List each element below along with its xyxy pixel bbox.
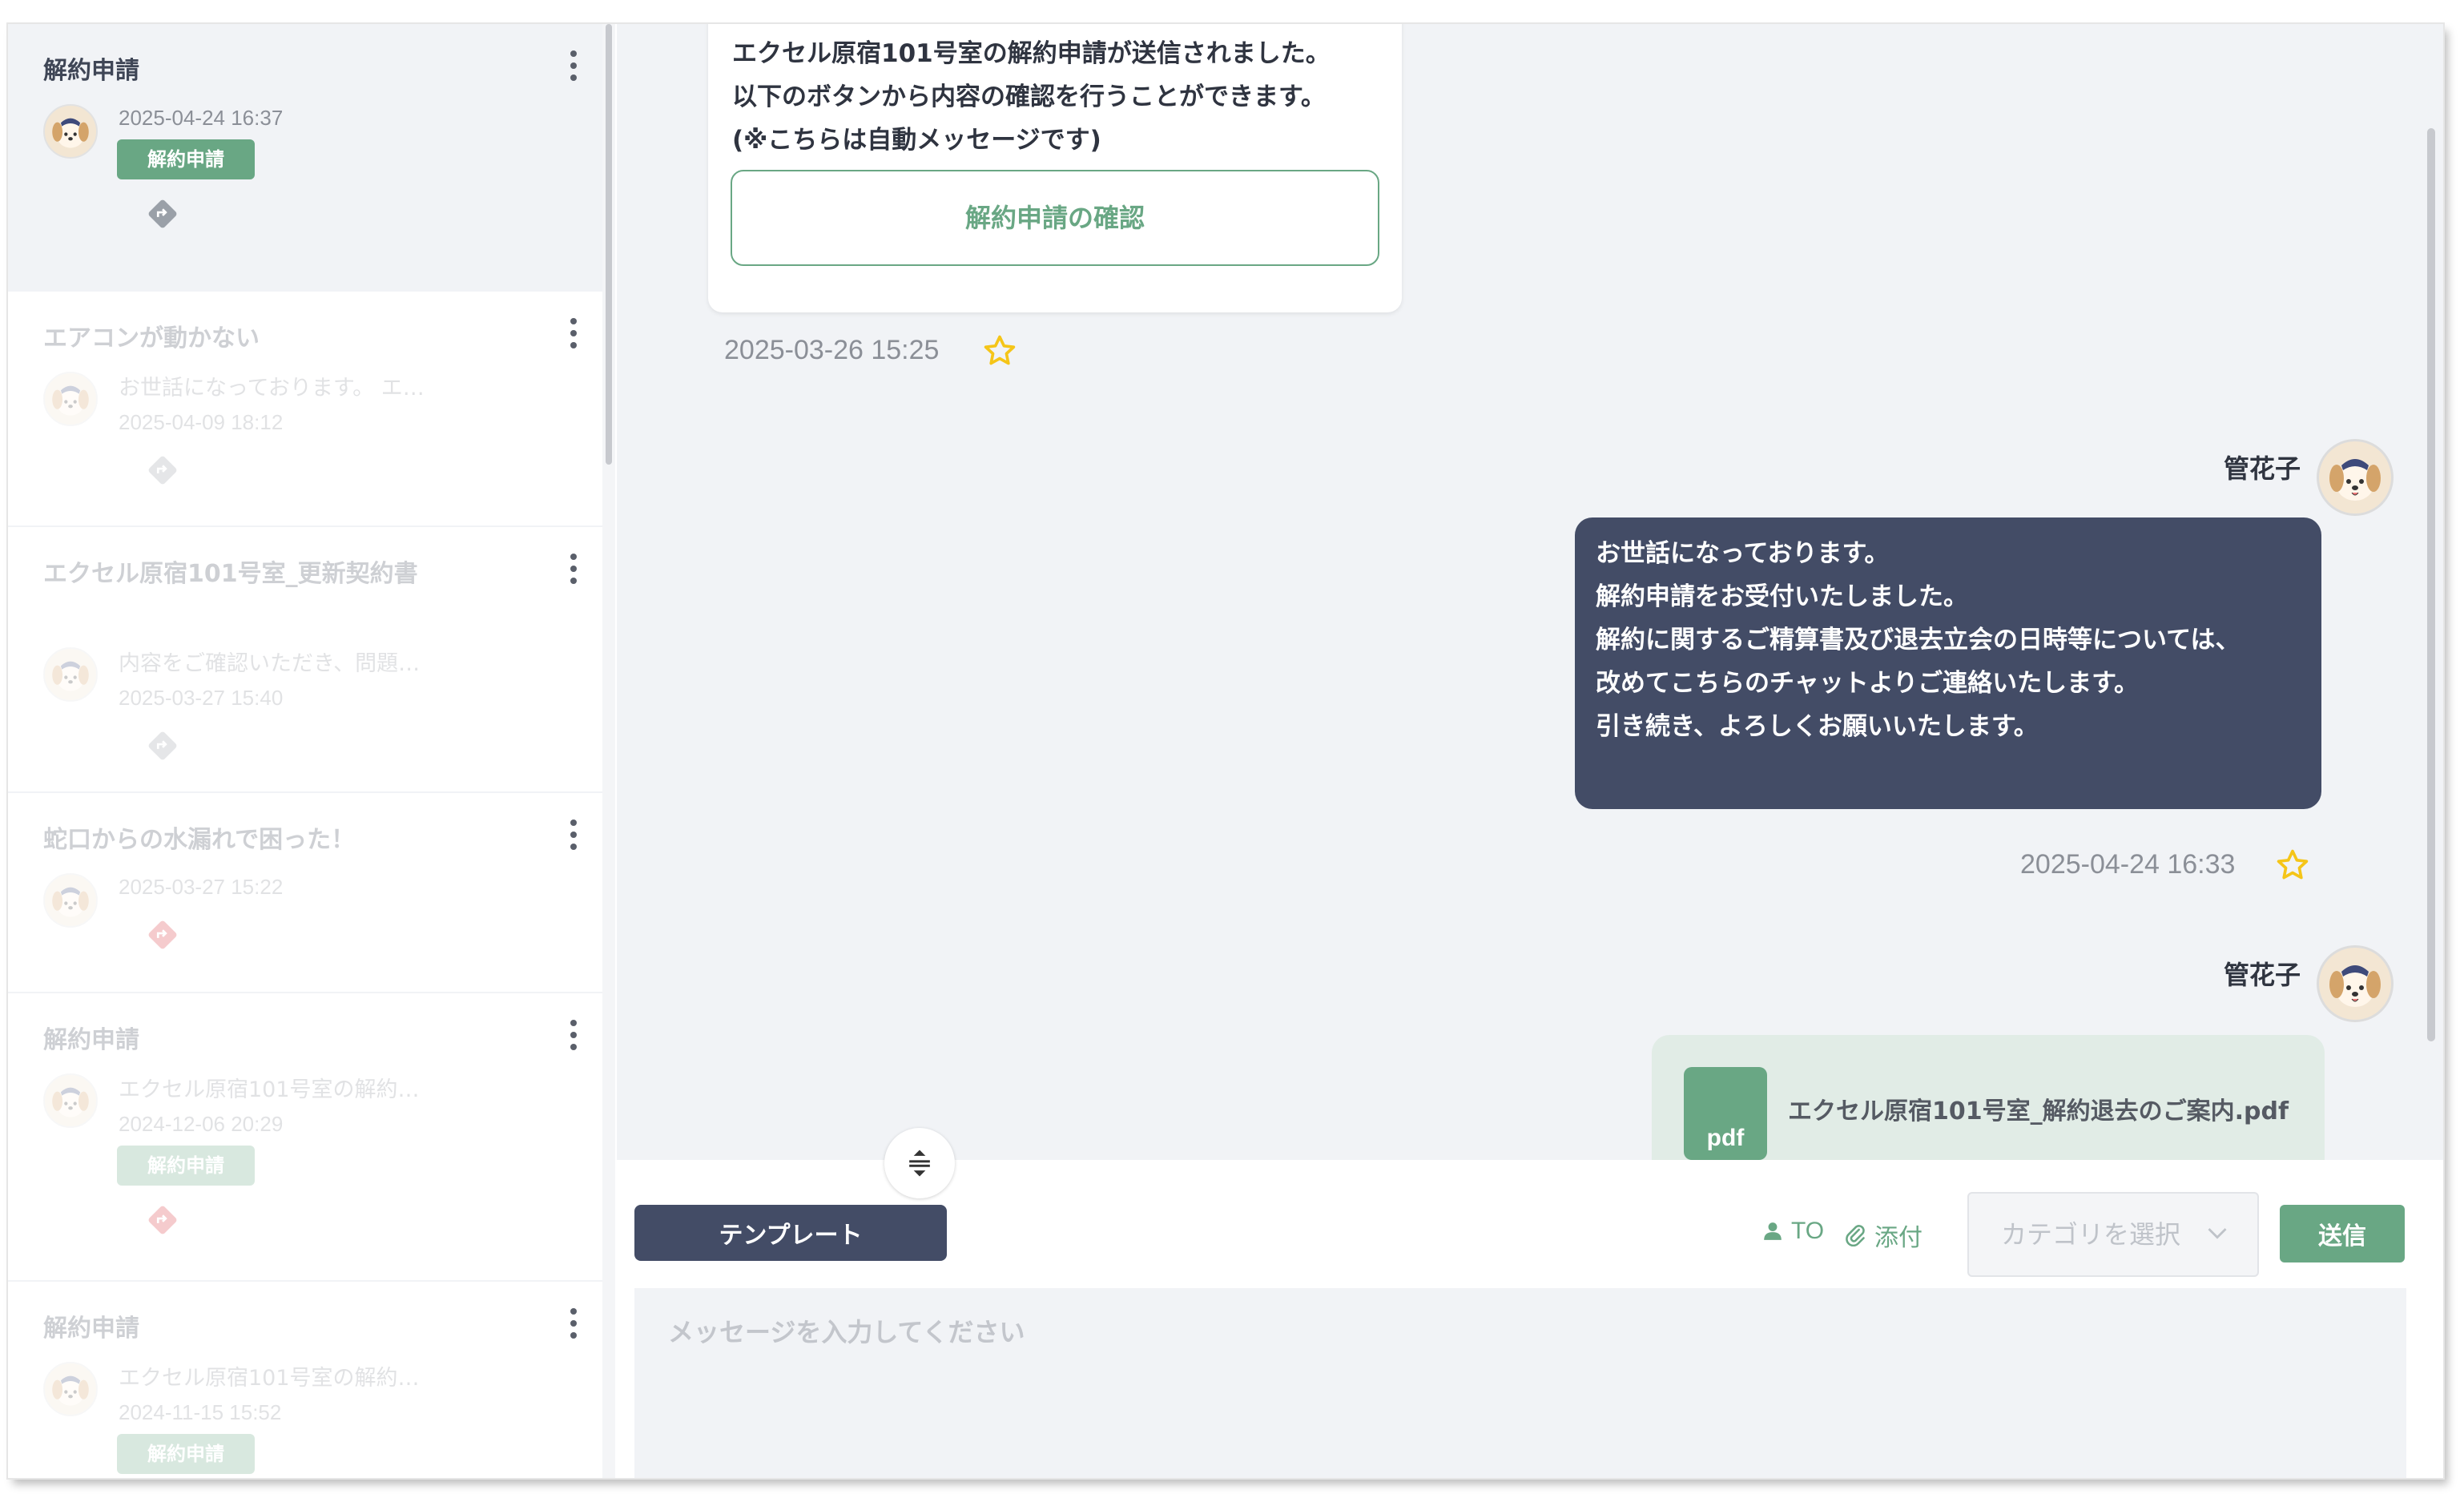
thread-list-scrollbar[interactable]: [602, 24, 615, 1478]
thread-menu-button[interactable]: [566, 46, 582, 91]
dog-avatar-icon: [52, 887, 89, 917]
thread-snippet: お世話になっております。 エ…: [119, 376, 425, 401]
to-label: TO: [1791, 1218, 1825, 1244]
paperclip-icon: [1846, 1225, 1865, 1246]
dog-avatar-icon: [52, 385, 89, 416]
thread-title: 解約申請: [43, 1026, 139, 1054]
thread-item[interactable]: 解約申請 2025-04-24 16:37 解約申請: [8, 24, 604, 292]
scrollbar-thumb[interactable]: [2427, 128, 2435, 1041]
avatar: [2317, 439, 2394, 516]
direction-diamond-icon: [148, 920, 177, 949]
dog-avatar-icon: [52, 1087, 89, 1117]
avatar: [2317, 945, 2394, 1022]
send-button[interactable]: 送信: [2280, 1205, 2405, 1262]
dog-avatar-icon: [52, 661, 89, 691]
attach-button[interactable]: 添付: [1844, 1218, 1922, 1253]
attachment-filename[interactable]: エクセル原宿101号室_解約退去のご案内.pdf: [1788, 1091, 2289, 1126]
dog-avatar-icon: [52, 118, 89, 148]
scrollbar-thumb[interactable]: [606, 24, 612, 465]
thread-title: エアコンが動かない: [43, 324, 260, 352]
sender-name: 管花子: [2224, 960, 2301, 990]
thread-title: 解約申請: [43, 1315, 139, 1343]
status-badge: 解約申請: [117, 1434, 255, 1474]
avatar: [43, 873, 98, 928]
avatar: [43, 1362, 98, 1416]
category-select-placeholder: カテゴリを選択: [2001, 1219, 2181, 1250]
thread-date: 2025-04-24 16:37: [119, 106, 284, 130]
person-icon: [1764, 1222, 1782, 1240]
to-button[interactable]: TO: [1762, 1218, 1824, 1245]
composer-resize-handle[interactable]: [884, 1128, 955, 1198]
message-text: お世話になっております。 解約申請をお受付いたしました。 解約に関するご精算書及…: [1596, 539, 2241, 741]
avatar: [43, 372, 98, 426]
attachment-card[interactable]: pdf エクセル原宿101号室_解約退去のご案内.pdf: [1652, 1035, 2325, 1160]
thread-title: 蛇口からの水漏れで困った！: [43, 826, 356, 854]
thread-menu-button[interactable]: [566, 1016, 582, 1061]
message-timestamp: 2025-04-24 16:33: [2020, 849, 2236, 880]
dog-avatar-icon: [2329, 965, 2381, 1007]
chat-panel: エクセル原宿101号室の解約申請が送信されました。 以下のボタンから内容の確認を…: [617, 24, 2443, 1160]
direction-diamond-icon: [148, 456, 177, 485]
system-message-text: エクセル原宿101号室の解約申請が送信されました。 以下のボタンから内容の確認を…: [732, 39, 1331, 155]
system-message-card: エクセル原宿101号室の解約申請が送信されました。 以下のボタンから内容の確認を…: [708, 24, 1402, 312]
message-bubble-outgoing: お世話になっております。 解約申請をお受付いたしました。 解約に関するご精算書及…: [1575, 517, 2321, 809]
confirm-cancellation-button[interactable]: 解約申請の確認: [731, 170, 1379, 266]
message-input[interactable]: [634, 1288, 2406, 1478]
thread-date: 2025-03-27 15:22: [119, 875, 284, 899]
thread-date: 2025-04-09 18:12: [119, 410, 284, 434]
thread-date: 2024-12-06 20:29: [119, 1112, 284, 1136]
thread-menu-button[interactable]: [566, 550, 582, 594]
system-message-timestamp: 2025-03-26 15:25: [724, 335, 940, 365]
thread-item[interactable]: エクセル原宿101号室_更新契約書 内容をご確認いただき、問題… 2025-03-…: [8, 527, 604, 793]
chevron-down-icon: [2208, 1228, 2227, 1239]
template-button[interactable]: テンプレート: [634, 1205, 947, 1261]
star-icon[interactable]: [2275, 848, 2310, 883]
avatar: [43, 104, 98, 159]
message-composer: テンプレート TO 添付 カテゴリを選択 送信: [617, 1160, 2443, 1478]
chat-scrollbar[interactable]: [2422, 24, 2438, 1160]
direction-diamond-icon: [148, 731, 177, 760]
thread-date: 2025-03-27 15:40: [119, 686, 284, 710]
thread-item[interactable]: エアコンが動かない お世話になっております。 エ… 2025-04-09 18:1…: [8, 292, 604, 527]
direction-diamond-icon: [148, 1206, 177, 1234]
thread-title: 解約申請: [43, 57, 139, 85]
app-window: 解約申請 2025-04-24 16:37 解約申請 エアコンが動かない お世話に…: [8, 24, 2443, 1478]
thread-date: 2024-11-15 15:52: [119, 1400, 282, 1424]
thread-item[interactable]: 蛇口からの水漏れで困った！ 2025-03-27 15:22: [8, 793, 604, 993]
thread-menu-button[interactable]: [566, 314, 582, 359]
thread-snippet: エクセル原宿101号室の解約…: [119, 1366, 420, 1391]
attach-label: 添付: [1874, 1224, 1922, 1252]
avatar: [43, 1073, 98, 1128]
thread-title: エクセル原宿101号室_更新契約書: [43, 560, 418, 588]
direction-diamond-icon: [148, 199, 177, 228]
star-icon[interactable]: [982, 333, 1017, 368]
thread-snippet: 内容をご確認いただき、問題…: [119, 651, 421, 676]
thread-menu-button[interactable]: [566, 1304, 582, 1349]
thread-item[interactable]: 解約申請 エクセル原宿101号室の解約… 2024-11-15 15:52 解約申請: [8, 1282, 604, 1478]
dog-avatar-icon: [2329, 459, 2381, 501]
dog-avatar-icon: [52, 1375, 89, 1406]
status-badge: 解約申請: [117, 139, 255, 179]
resize-icon: [909, 1150, 930, 1177]
sender-name: 管花子: [2224, 453, 2301, 484]
thread-list: 解約申請 2025-04-24 16:37 解約申請 エアコンが動かない お世話に…: [8, 24, 604, 1478]
category-select[interactable]: カテゴリを選択: [1967, 1192, 2259, 1277]
status-badge: 解約申請: [117, 1146, 255, 1186]
thread-item[interactable]: 解約申請 エクセル原宿101号室の解約… 2024-12-06 20:29 解約申請: [8, 993, 604, 1282]
thread-menu-button[interactable]: [566, 815, 582, 860]
pdf-file-icon: pdf: [1684, 1067, 1767, 1160]
thread-snippet: エクセル原宿101号室の解約…: [119, 1077, 420, 1102]
avatar: [43, 647, 98, 702]
